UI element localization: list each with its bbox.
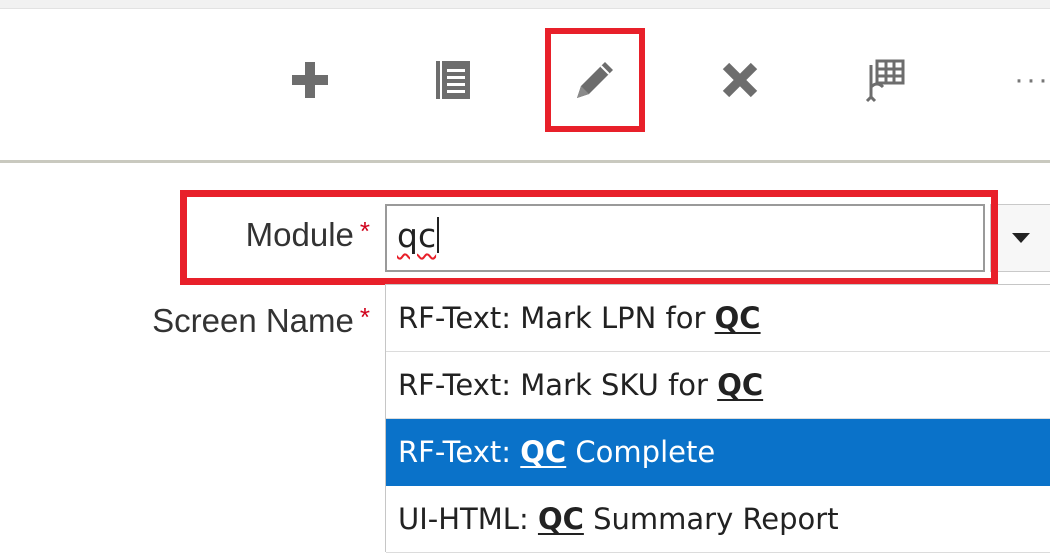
option-text: RF-Text: Mark SKU for	[398, 368, 718, 402]
module-label-text: Module	[245, 216, 354, 253]
module-dropdown-button[interactable]	[990, 204, 1050, 272]
option-match-text: QC	[714, 301, 761, 335]
table-export-icon	[865, 59, 905, 103]
delete-button[interactable]	[710, 50, 770, 110]
screen-name-label: Screen Name *	[152, 302, 370, 340]
module-input[interactable]: qc	[385, 204, 985, 272]
close-icon	[722, 62, 758, 98]
edit-highlight-box	[545, 28, 645, 132]
option-match-text: QC	[537, 502, 584, 536]
copy-button[interactable]	[422, 50, 482, 110]
screen-name-required-mark: *	[359, 302, 370, 332]
option-text: RF-Text: Mark LPN for	[398, 301, 715, 335]
module-suggestions-list: RF-Text: Mark LPN for QC RF-Text: Mark SK…	[385, 284, 1050, 553]
caret-down-icon	[1011, 233, 1030, 243]
suggestion-option[interactable]: RF-Text: Mark SKU for QC	[386, 352, 1050, 419]
more-options-button[interactable]: ···	[1012, 50, 1050, 110]
option-match-text: QC	[520, 435, 567, 469]
document-icon	[436, 61, 470, 99]
module-input-value: qc	[397, 216, 437, 255]
option-text: RF-Text:	[398, 435, 521, 469]
suggestion-option[interactable]: RF-Text: QC Complete	[386, 419, 1050, 486]
suggestion-option[interactable]: RF-Text: Mark LPN for QC	[386, 285, 1050, 352]
text-caret	[437, 217, 440, 253]
add-button[interactable]	[280, 50, 340, 110]
screen-name-label-text: Screen Name	[152, 302, 354, 339]
option-text-suffix: Summary Report	[583, 502, 839, 536]
option-match-text: QC	[717, 368, 764, 402]
plus-icon	[292, 62, 328, 98]
toolbar-separator	[0, 160, 1050, 163]
suggestion-option[interactable]: UI-HTML: QC Summary Report	[386, 486, 1050, 553]
option-text-suffix: Complete	[566, 435, 716, 469]
module-required-mark: *	[359, 216, 370, 246]
toolbar: ···	[0, 8, 1050, 160]
module-label: Module *	[246, 216, 370, 254]
export-button[interactable]	[855, 50, 915, 110]
option-text: UI-HTML:	[398, 502, 538, 536]
